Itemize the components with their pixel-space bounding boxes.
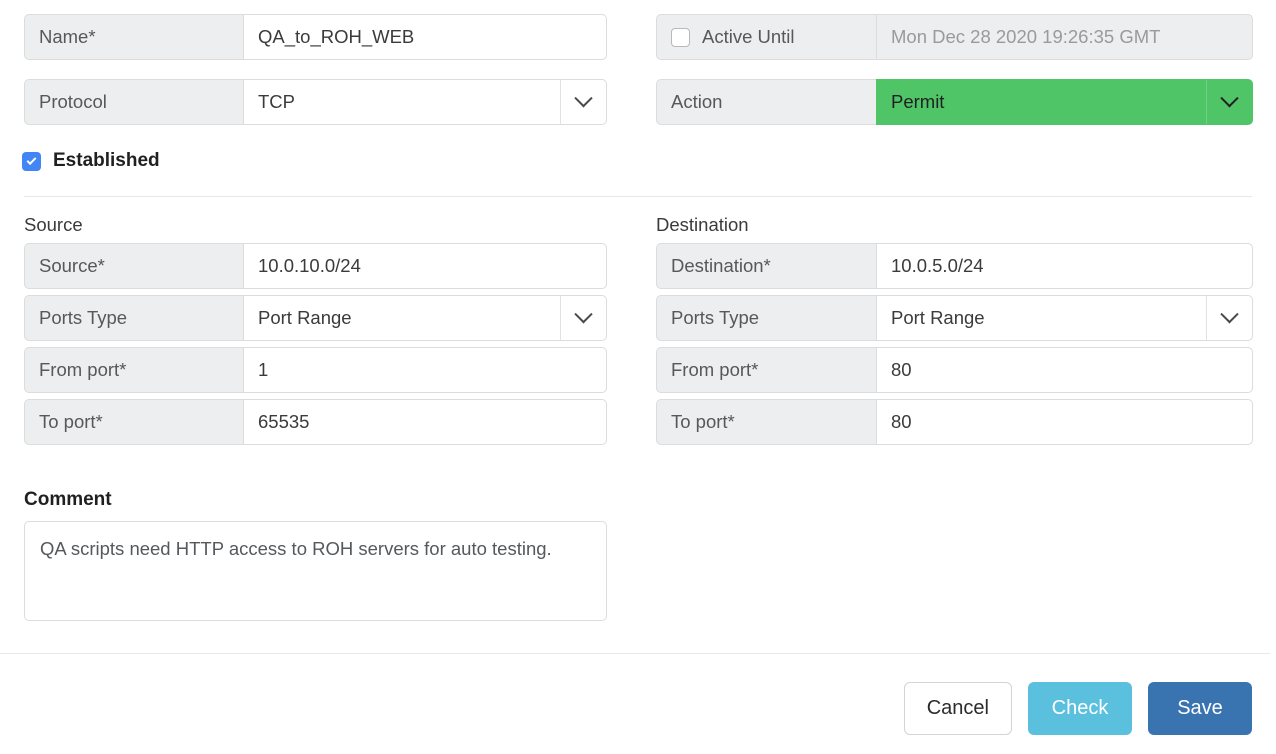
destination-from-port-label: From port* (656, 347, 876, 393)
chevron-down-icon (1206, 80, 1252, 124)
destination-ports-type-input-group: Ports Type Port Range (656, 295, 1253, 341)
source-to-port-input[interactable]: 65535 (243, 399, 607, 445)
protocol-input-group: Protocol TCP (24, 79, 607, 125)
chevron-down-icon (560, 80, 606, 124)
name-label: Name* (24, 14, 243, 60)
name-input[interactable]: QA_to_ROH_WEB (243, 14, 607, 60)
cancel-button[interactable]: Cancel (904, 682, 1012, 735)
name-input-group: Name* QA_to_ROH_WEB (24, 14, 607, 60)
destination-ports-type-value: Port Range (891, 307, 985, 329)
protocol-label: Protocol (24, 79, 243, 125)
source-address-input[interactable]: 10.0.10.0/24 (243, 243, 607, 289)
active-until-label-wrap: Active Until (656, 14, 876, 60)
source-from-port-label: From port* (24, 347, 243, 393)
destination-address-label: Destination* (656, 243, 876, 289)
comment-section: Comment QA scripts need HTTP access to R… (24, 489, 607, 621)
action-select[interactable]: Permit (876, 79, 1253, 125)
source-to-port-label: To port* (24, 399, 243, 445)
source-ports-type-value: Port Range (258, 307, 352, 329)
destination-section: Destination Destination* 10.0.5.0/24 Por… (656, 214, 1253, 451)
destination-from-port-input[interactable]: 80 (876, 347, 1253, 393)
established-checkbox[interactable] (22, 152, 41, 171)
destination-address-input-group: Destination* 10.0.5.0/24 (656, 243, 1253, 289)
source-section-title: Source (24, 214, 607, 236)
action-input-group: Action Permit (656, 79, 1253, 125)
comment-label: Comment (24, 489, 607, 511)
active-until-checkbox[interactable] (671, 28, 690, 47)
chevron-down-icon (560, 296, 606, 340)
source-to-port-input-group: To port* 65535 (24, 399, 607, 445)
established-checkbox-row[interactable]: Established (22, 150, 160, 172)
protocol-select-value: TCP (258, 91, 295, 113)
destination-to-port-input-group: To port* 80 (656, 399, 1253, 445)
footer-divider (0, 653, 1270, 654)
source-section: Source Source* 10.0.10.0/24 Ports Type P… (24, 214, 607, 451)
protocol-field-group: Protocol TCP (24, 79, 607, 125)
destination-address-input[interactable]: 10.0.5.0/24 (876, 243, 1253, 289)
section-divider-top (24, 196, 1252, 197)
destination-section-title: Destination (656, 214, 1253, 236)
active-until-date-input[interactable]: Mon Dec 28 2020 19:26:35 GMT (876, 14, 1253, 60)
source-ports-type-select[interactable]: Port Range (243, 295, 607, 341)
source-ports-type-input-group: Ports Type Port Range (24, 295, 607, 341)
firewall-rule-form: Name* QA_to_ROH_WEB Protocol TCP Active … (0, 0, 1276, 754)
action-field-group: Action Permit (656, 79, 1253, 125)
comment-textarea[interactable]: QA scripts need HTTP access to ROH serve… (24, 521, 607, 621)
action-label: Action (656, 79, 876, 125)
save-button[interactable]: Save (1148, 682, 1252, 735)
source-address-input-group: Source* 10.0.10.0/24 (24, 243, 607, 289)
source-ports-type-label: Ports Type (24, 295, 243, 341)
destination-to-port-label: To port* (656, 399, 876, 445)
source-address-label: Source* (24, 243, 243, 289)
destination-from-port-input-group: From port* 80 (656, 347, 1253, 393)
active-until-input-group: Active Until Mon Dec 28 2020 19:26:35 GM… (656, 14, 1253, 60)
footer-actions: Cancel Check Save (904, 682, 1252, 735)
chevron-down-icon (1206, 296, 1252, 340)
destination-ports-type-label: Ports Type (656, 295, 876, 341)
active-until-field-group: Active Until Mon Dec 28 2020 19:26:35 GM… (656, 14, 1253, 60)
action-select-value: Permit (891, 91, 944, 113)
name-field-group: Name* QA_to_ROH_WEB (24, 14, 607, 60)
source-from-port-input[interactable]: 1 (243, 347, 607, 393)
active-until-label: Active Until (702, 26, 795, 48)
destination-ports-type-select[interactable]: Port Range (876, 295, 1253, 341)
check-button[interactable]: Check (1028, 682, 1132, 735)
established-label: Established (53, 150, 160, 172)
protocol-select[interactable]: TCP (243, 79, 607, 125)
source-from-port-input-group: From port* 1 (24, 347, 607, 393)
destination-to-port-input[interactable]: 80 (876, 399, 1253, 445)
